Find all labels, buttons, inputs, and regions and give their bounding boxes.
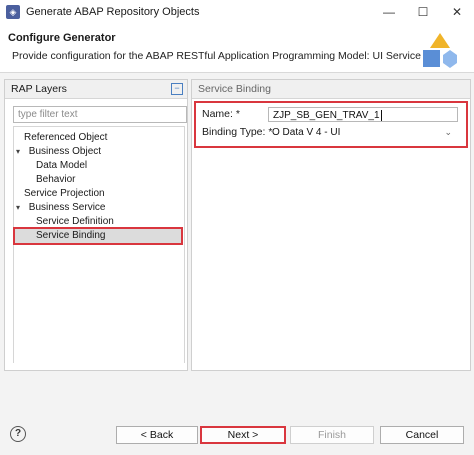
- title-bar: ◈ Generate ABAP Repository Objects — ☐ ✕: [0, 0, 474, 27]
- service-binding-panel: Service Binding Name: * ZJP_SB_GEN_TRAV_…: [191, 79, 471, 371]
- chevron-down-icon[interactable]: ⌄: [444, 125, 452, 140]
- window-title: Generate ABAP Repository Objects: [26, 6, 200, 18]
- wizard-footer: ? < Back Next > Finish Cancel: [0, 418, 474, 455]
- tree-item-label: Behavior: [36, 174, 76, 185]
- tree-item-label: Data Model: [36, 160, 88, 171]
- help-icon[interactable]: ?: [10, 426, 26, 442]
- page-description: Provide configuration for the ABAP RESTf…: [12, 50, 421, 62]
- tree-item-label: Business Service: [28, 202, 106, 213]
- close-button[interactable]: ✕: [440, 0, 474, 24]
- next-button[interactable]: Next >: [200, 426, 286, 444]
- binding-type-select[interactable]: O Data V 4 - UI ⌄: [268, 125, 458, 140]
- service-binding-title: Service Binding: [198, 83, 271, 95]
- text-cursor: [380, 109, 382, 121]
- selection-highlight-box: [13, 227, 183, 245]
- service-binding-form: Name: * ZJP_SB_GEN_TRAV_1 Binding Type: …: [194, 101, 468, 148]
- minimize-button[interactable]: —: [372, 0, 406, 24]
- page-title: Configure Generator: [8, 32, 116, 44]
- rap-layers-header: RAP Layers −: [5, 80, 187, 99]
- tree-item-data-model[interactable]: Data Model: [36, 159, 87, 173]
- filter-input[interactable]: [13, 106, 187, 123]
- wizard-shapes-icon: [423, 33, 457, 68]
- name-label: Name: *: [202, 108, 240, 120]
- chevron-down-icon[interactable]: ▾: [16, 201, 26, 215]
- cancel-button[interactable]: Cancel: [380, 426, 464, 444]
- rap-layers-panel: RAP Layers − Referenced Object ▾ Busines…: [4, 79, 188, 371]
- collapse-all-icon[interactable]: −: [171, 83, 183, 95]
- app-icon: ◈: [6, 5, 20, 19]
- main-area: RAP Layers − Referenced Object ▾ Busines…: [0, 73, 474, 418]
- binding-type-value: O Data V 4 - UI: [272, 127, 341, 138]
- chevron-down-icon[interactable]: ▾: [16, 145, 26, 159]
- rap-layers-title: RAP Layers: [11, 83, 67, 95]
- maximize-button[interactable]: ☐: [406, 0, 440, 24]
- service-binding-header: Service Binding: [192, 80, 470, 99]
- tree-item-label: Business Object: [28, 146, 102, 157]
- tree-item-referenced-object[interactable]: Referenced Object: [24, 131, 107, 145]
- binding-type-label: Binding Type: *: [202, 126, 273, 138]
- tree-item-label: Service Definition: [36, 216, 114, 227]
- tree-item-label: Referenced Object: [24, 132, 108, 143]
- tree-item-business-service[interactable]: ▾ Business Service: [16, 201, 105, 215]
- back-button[interactable]: < Back: [116, 426, 198, 444]
- tree-item-behavior[interactable]: Behavior: [36, 173, 75, 187]
- tree-item-service-projection[interactable]: Service Projection: [24, 187, 105, 201]
- wizard-header: Configure Generator Provide configuratio…: [0, 26, 474, 73]
- name-field[interactable]: ZJP_SB_GEN_TRAV_1: [268, 107, 458, 122]
- finish-button[interactable]: Finish: [290, 426, 374, 444]
- tree-item-business-object[interactable]: ▾ Business Object: [16, 145, 101, 159]
- name-value: ZJP_SB_GEN_TRAV_1: [273, 110, 380, 121]
- tree-item-label: Service Projection: [24, 188, 105, 199]
